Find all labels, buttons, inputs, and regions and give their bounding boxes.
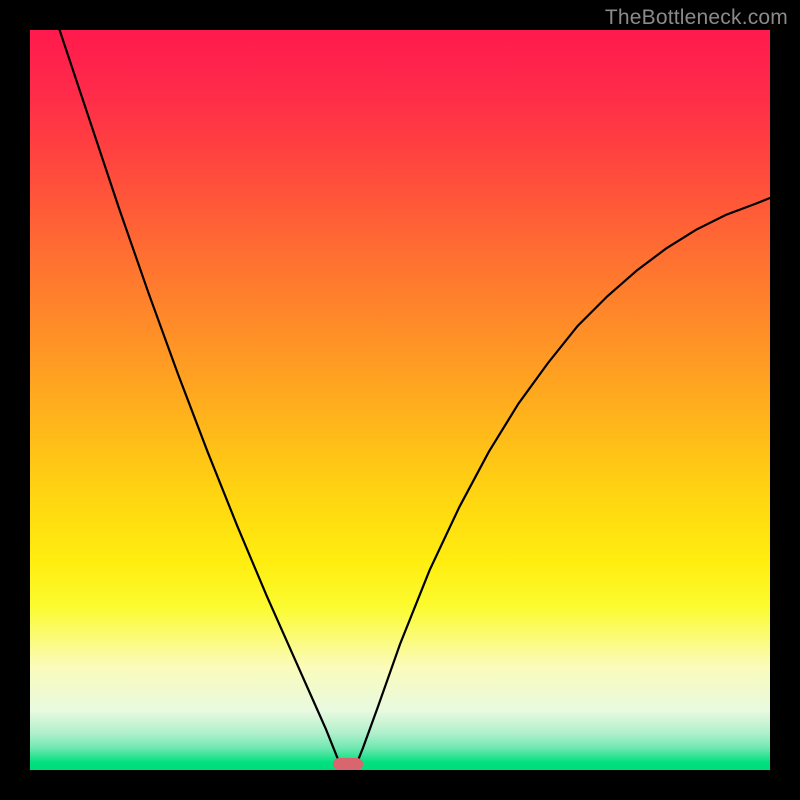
curve-left-branch bbox=[60, 30, 341, 766]
watermark-text: TheBottleneck.com bbox=[605, 6, 788, 30]
minimum-marker bbox=[333, 758, 363, 770]
curve-right-branch bbox=[356, 198, 770, 766]
plot-area bbox=[30, 30, 770, 770]
chart-frame: TheBottleneck.com bbox=[0, 0, 800, 800]
curve-svg bbox=[30, 30, 770, 770]
